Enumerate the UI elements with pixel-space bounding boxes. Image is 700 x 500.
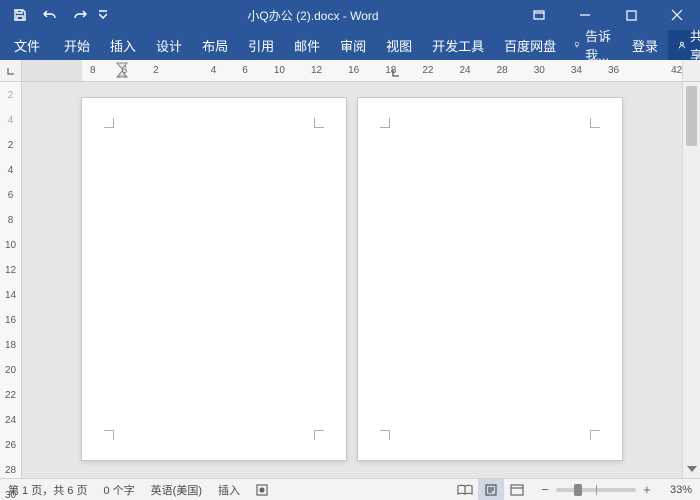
margin-mark	[314, 118, 324, 128]
indent-marker[interactable]	[116, 62, 128, 78]
ruler-tick: 10	[274, 65, 285, 76]
margin-mark	[104, 118, 114, 128]
margin-mark	[590, 430, 600, 440]
page-1[interactable]	[82, 98, 346, 460]
ruler-tick: 30	[534, 65, 545, 76]
ruler-tick: 26	[5, 440, 16, 451]
maximize-button[interactable]	[608, 0, 654, 30]
document-area[interactable]	[22, 82, 682, 478]
ribbon-tabs: 文件 开始插入设计布局引用邮件审阅视图开发工具百度网盘 告诉我... 登录 共享	[0, 30, 700, 60]
ruler-tick: 12	[311, 65, 322, 76]
margin-mark	[314, 430, 324, 440]
ruler-tick: 18	[5, 340, 16, 351]
margin-mark	[104, 430, 114, 440]
ruler-tick: 28	[497, 65, 508, 76]
margin-mark	[380, 430, 390, 440]
margin-mark	[380, 118, 390, 128]
zoom-out-button[interactable]: −	[538, 482, 552, 497]
ruler-tick: 6	[8, 190, 14, 201]
view-switcher	[452, 479, 530, 500]
tab-6[interactable]: 审阅	[330, 30, 376, 60]
insert-mode[interactable]: 插入	[210, 479, 248, 500]
margin-mark	[590, 118, 600, 128]
zoom-controls: − +	[530, 482, 662, 497]
tab-7[interactable]: 视图	[376, 30, 422, 60]
read-mode-button[interactable]	[452, 479, 478, 500]
scrollbar-thumb[interactable]	[686, 86, 697, 146]
ruler-tick: 34	[571, 65, 582, 76]
ruler-tick: 22	[5, 390, 16, 401]
ruler-tick: 20	[5, 365, 16, 376]
tab-8[interactable]: 开发工具	[422, 30, 494, 60]
tab-4[interactable]: 引用	[238, 30, 284, 60]
tell-me-label: 告诉我...	[585, 26, 614, 64]
ruler-tick: 24	[459, 65, 470, 76]
tell-me-search[interactable]: 告诉我...	[566, 30, 622, 60]
ruler-tick: 36	[608, 65, 619, 76]
ruler-tick: 16	[5, 315, 16, 326]
tab-stop-marker[interactable]	[392, 69, 400, 80]
tab-5[interactable]: 邮件	[284, 30, 330, 60]
ruler-row: 86246101216182224283034364246	[0, 60, 700, 82]
language-status[interactable]: 英语(美国)	[143, 479, 210, 500]
tab-selector[interactable]	[0, 60, 22, 81]
page-2[interactable]	[358, 98, 622, 460]
ruler-tick: 8	[8, 215, 14, 226]
ruler-tick: 16	[348, 65, 359, 76]
vertical-ruler[interactable]: 2424681012141618202224262830323436384042…	[0, 82, 22, 478]
workspace: 2424681012141618202224262830323436384042…	[0, 82, 700, 478]
ruler-tick: 24	[5, 415, 16, 426]
ruler-tick: 4	[211, 65, 217, 76]
ruler-tick: 2	[8, 90, 14, 101]
print-layout-button[interactable]	[478, 479, 504, 500]
scroll-down-button[interactable]	[683, 462, 700, 478]
web-layout-button[interactable]	[504, 479, 530, 500]
ruler-tick: 8	[90, 65, 96, 76]
tab-1[interactable]: 插入	[100, 30, 146, 60]
zoom-level[interactable]: 33%	[662, 479, 700, 500]
ruler-tick: 30	[5, 490, 16, 500]
ruler-tick: 22	[422, 65, 433, 76]
qat-customize-button[interactable]	[96, 2, 110, 28]
ruler-tick: 4	[8, 115, 14, 126]
ruler-tick: 14	[5, 290, 16, 301]
ruler-tick: 4	[8, 165, 14, 176]
tab-0[interactable]: 开始	[54, 30, 100, 60]
ruler-tick: 2	[8, 140, 14, 151]
ruler-tick: 6	[242, 65, 248, 76]
zoom-slider[interactable]	[556, 488, 636, 492]
tab-file[interactable]: 文件	[0, 30, 54, 60]
status-bar: 第 1 页，共 6 页 0 个字 英语(美国) 插入 − + 33%	[0, 478, 700, 500]
tab-2[interactable]: 设计	[146, 30, 192, 60]
ruler-tick: 12	[5, 265, 16, 276]
share-label: 共享	[690, 26, 700, 64]
undo-button[interactable]	[36, 2, 64, 28]
zoom-in-button[interactable]: +	[640, 482, 654, 497]
ribbon-display-options-button[interactable]	[516, 0, 562, 30]
ruler-tick: 2	[153, 65, 159, 76]
pages	[82, 98, 622, 460]
tab-3[interactable]: 布局	[192, 30, 238, 60]
macro-record-button[interactable]	[248, 479, 276, 500]
share-button[interactable]: 共享	[668, 30, 700, 60]
redo-button[interactable]	[66, 2, 94, 28]
ruler-tick: 10	[5, 240, 16, 251]
horizontal-ruler[interactable]: 86246101216182224283034364246	[82, 60, 682, 81]
ruler-tick: 42	[671, 65, 682, 76]
login-button[interactable]: 登录	[622, 30, 668, 60]
zoom-slider-thumb[interactable]	[574, 484, 582, 496]
window-title: 小Q办公 (2).docx - Word	[110, 7, 516, 24]
quick-access-toolbar	[0, 2, 110, 28]
tab-9[interactable]: 百度网盘	[494, 30, 566, 60]
word-count[interactable]: 0 个字	[95, 479, 142, 500]
ruler-tick: 28	[5, 465, 16, 476]
vertical-scrollbar[interactable]	[682, 82, 700, 478]
save-button[interactable]	[6, 2, 34, 28]
